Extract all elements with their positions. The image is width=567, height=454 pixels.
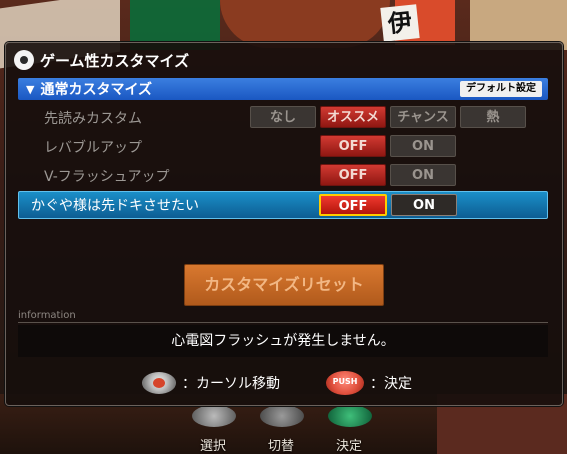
divider [18,322,548,323]
choice-on[interactable]: ON [391,194,457,216]
choice-osusume[interactable]: オススメ [320,106,386,128]
information-label: information [18,310,76,321]
choice-off[interactable]: OFF [320,135,386,157]
option-row-v-flash[interactable]: V-フラッシュアップ OFF ON [18,163,548,189]
push-button-icon: PUSH [326,371,364,395]
help-cursor: ：カーソル移動 [142,371,280,395]
choice-netsu[interactable]: 熱 [460,106,526,128]
cross-key-icon [142,372,176,394]
hw-label-switch: 切替 [268,439,295,454]
option-label: 先読みカスタム [44,111,142,127]
choice-off[interactable]: OFF [319,194,387,216]
hw-label-confirm: 決定 [336,439,363,454]
option-row-kaguya[interactable]: かぐや様は先ドキさせたい OFF ON [18,191,548,219]
panel-title: ゲーム性カスタマイズ [40,51,190,70]
option-label: レバブルアップ [44,140,142,156]
choice-chance[interactable]: チャンス [390,106,456,128]
select-hw-button[interactable] [192,405,236,427]
choice-nashi[interactable]: なし [250,106,316,128]
choice-on[interactable]: ON [390,135,456,157]
section-bar[interactable]: ▼ 通常カスタマイズ デフォルト設定 [18,78,548,100]
customize-reset-button[interactable]: カスタマイズリセット [184,264,384,306]
background-kanji: 伊 [380,4,420,42]
help-confirm-text: ：決定 [370,376,412,392]
hw-label-select: 選択 [200,439,227,454]
default-settings-button[interactable]: デフォルト設定 [460,81,542,97]
option-label: かぐや様は先ドキさせたい [31,198,199,214]
collapse-triangle-icon: ▼ [26,82,35,96]
help-cursor-text: ：カーソル移動 [182,376,280,392]
information-text: 心電図フラッシュが発生しません。 [18,325,548,357]
confirm-hw-button[interactable] [328,405,372,427]
option-label: V-フラッシュアップ [44,169,170,185]
panel-header: ゲーム性カスタマイズ [14,49,189,71]
choice-on[interactable]: ON [390,164,456,186]
option-row-sakiyomi[interactable]: 先読みカスタム なし オススメ チャンス 熱 [18,105,548,131]
switch-hw-button[interactable] [260,405,304,427]
gear-icon [14,50,34,70]
choice-off[interactable]: OFF [320,164,386,186]
section-label: 通常カスタマイズ [40,82,153,98]
help-confirm: PUSH ：決定 [326,371,412,395]
customize-panel: ゲーム性カスタマイズ ▼ 通常カスタマイズ デフォルト設定 先読みカスタム なし… [5,42,563,406]
option-row-lever-bubble[interactable]: レバブルアップ OFF ON [18,134,548,160]
